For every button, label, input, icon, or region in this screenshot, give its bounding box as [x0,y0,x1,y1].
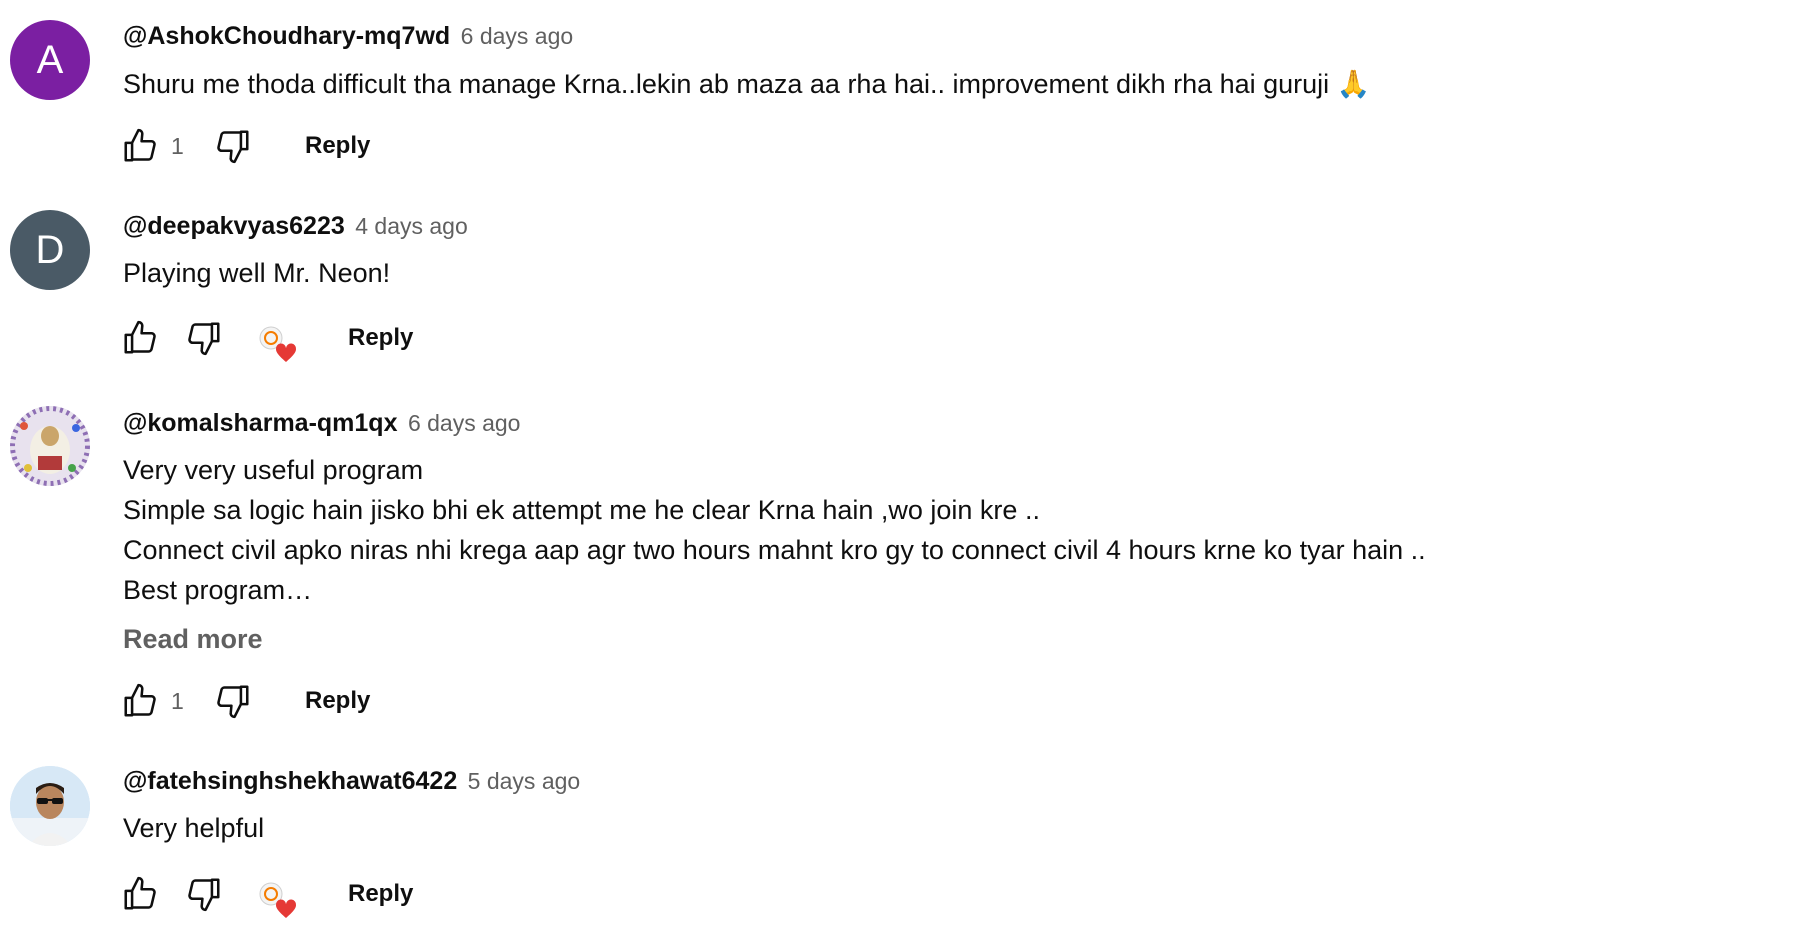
avatar-letter: D [35,227,65,272]
avatar[interactable]: A [10,20,90,100]
like-icon [124,128,156,162]
like-count: 1 [171,688,184,714]
dislike-button[interactable] [213,126,253,166]
dislike-button[interactable] [213,681,253,721]
comment-text: Playing well Mr. Neon! [123,258,391,288]
comment-header: @fatehsinghshekhawat6422 5 days ago [123,767,580,796]
author-name[interactable]: @komalsharma-qm1qx [123,409,397,437]
dislike-icon [188,322,220,356]
creator-heart-icon [256,322,300,366]
dislike-icon [217,685,249,719]
dislike-icon [188,878,220,912]
like-button[interactable] [120,318,160,358]
avatar-photo [10,406,90,486]
avatar[interactable]: D [10,210,90,290]
like-button[interactable] [120,874,160,914]
like-button[interactable] [120,681,160,721]
avatar[interactable] [10,406,90,486]
comment-text-line: Simple sa logic hain jisko bhi ek attemp… [123,495,1040,525]
reply-button[interactable]: Reply [305,687,370,715]
comment-text-line: Best program… [123,575,313,605]
like-button[interactable] [120,126,160,166]
comment-time[interactable]: 4 days ago [355,213,468,239]
avatar-letter: A [36,37,64,82]
reply-button[interactable]: Reply [348,324,413,352]
comment-header: @komalsharma-qm1qx 6 days ago [123,409,520,438]
like-icon [124,876,156,910]
like-count: 1 [171,133,184,159]
avatar-photo [10,766,90,846]
comment-text-line: Very very useful program [123,455,424,485]
like-icon [124,683,156,717]
comment-text: Very helpful [123,813,265,843]
comment-header: @deepakvyas6223 4 days ago [123,212,468,241]
read-more-link[interactable]: Read more [123,624,263,655]
dislike-icon [217,130,249,164]
like-icon [124,320,156,354]
avatar[interactable] [10,766,90,846]
comment-time[interactable]: 6 days ago [408,410,521,436]
author-name[interactable]: @AshokChoudhary-mq7wd [123,22,450,50]
dislike-button[interactable] [184,318,224,358]
comment-header: @AshokChoudhary-mq7wd 6 days ago [123,22,573,51]
reply-button[interactable]: Reply [305,132,370,160]
reply-button[interactable]: Reply [348,880,413,908]
author-name[interactable]: @fatehsinghshekhawat6422 [123,767,457,795]
dislike-button[interactable] [184,874,224,914]
comment-time[interactable]: 6 days ago [461,23,574,49]
comment-text: Shuru me thoda difficult tha manage Krna… [123,69,1371,99]
author-name[interactable]: @deepakvyas6223 [123,212,345,240]
creator-heart-icon [256,878,300,922]
comment-time[interactable]: 5 days ago [468,768,581,794]
comment-text-line: Connect civil apko niras nhi krega aap a… [123,535,1426,565]
